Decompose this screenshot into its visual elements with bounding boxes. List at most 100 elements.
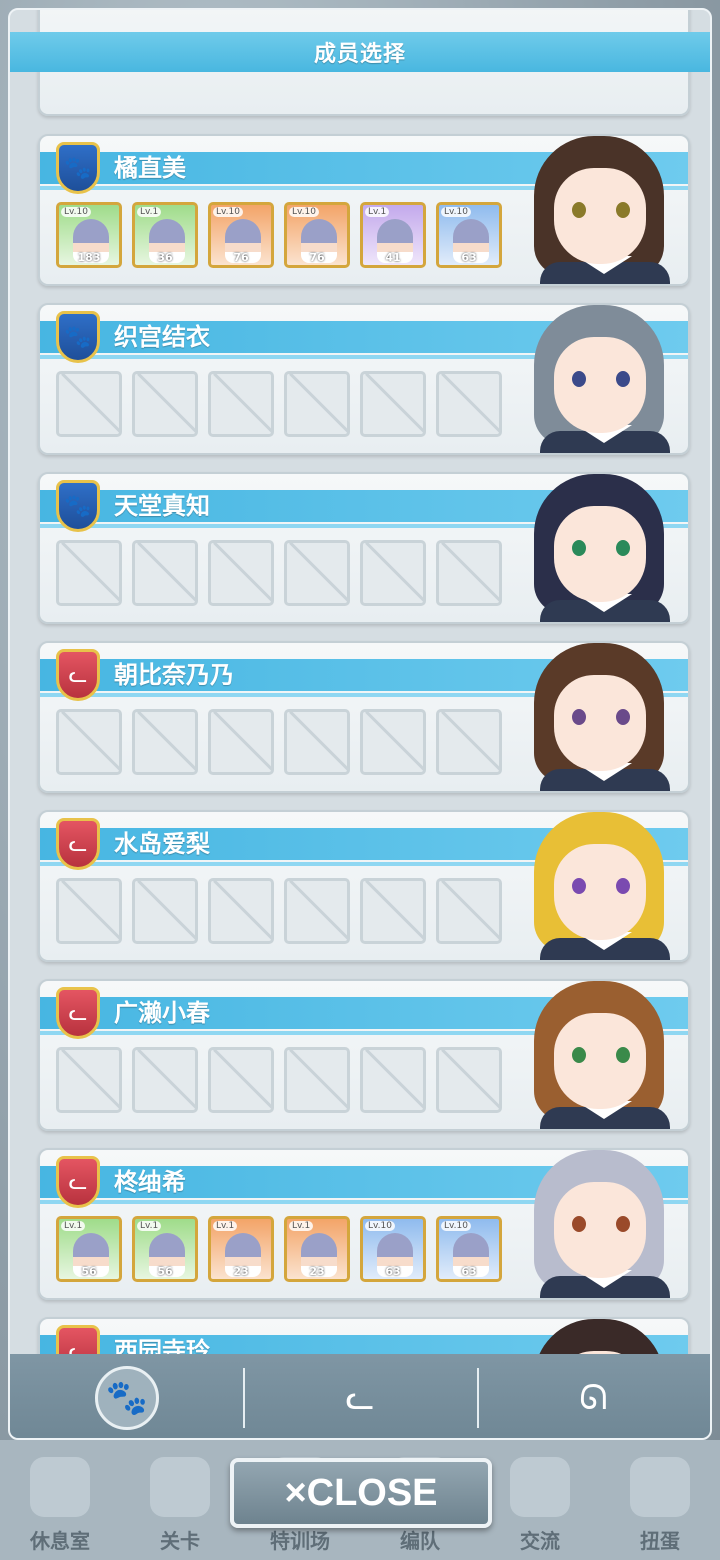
card-slot-empty[interactable] [284,1047,350,1113]
card-slot-empty[interactable] [208,878,274,944]
card-slot-empty[interactable] [208,540,274,606]
nav-item-gacha[interactable]: 扭蛋 [610,1457,710,1554]
card-slot-empty[interactable] [284,709,350,775]
member-name: 朝比奈乃乃 [114,661,234,689]
card-level: Lv.10 [213,207,243,217]
card-slot-filled[interactable]: Lv.10 76 [208,202,274,268]
cat-badge-icon: ᓚ [56,649,100,701]
card-slot-empty[interactable] [360,709,426,775]
card-level: Lv.1 [365,207,390,217]
card-slot-empty[interactable] [360,878,426,944]
member-card[interactable]: 🐾 橘直美 Lv.10 183 Lv.1 36 Lv.10 76 Lv.10 76 Lv.1 41 Lv… [38,134,690,286]
filter-tab-rabbit[interactable]: ᘏ [476,1354,710,1438]
card-slots: Lv.10 183 Lv.1 36 Lv.10 76 Lv.10 76 Lv.1 41 Lv.10 6… [56,202,502,268]
card-slot-empty[interactable] [132,371,198,437]
card-slot-empty[interactable] [56,371,122,437]
card-slot-empty[interactable] [56,1047,122,1113]
card-slot-filled[interactable]: Lv.10 63 [360,1216,426,1282]
card-slots [56,371,502,437]
member-card[interactable]: ᓚ 柊䌷希 Lv.1 56 Lv.1 56 Lv.1 23 Lv.1 23 Lv.10 63 Lv.10… [38,1148,690,1300]
card-slot-empty[interactable] [132,878,198,944]
filter-tab-paw[interactable]: 🐾 [10,1354,243,1438]
card-slot-filled[interactable]: Lv.1 23 [284,1216,350,1282]
nav-label: 扭蛋 [640,1529,680,1553]
card-slot-empty[interactable] [56,878,122,944]
member-portrait [512,1150,682,1298]
card-slot-empty[interactable] [208,371,274,437]
rabbit-icon: ᘏ [579,1378,608,1418]
card-slot-empty[interactable] [56,709,122,775]
paw-icon: 🐾 [94,1366,159,1430]
nav-item-stage[interactable]: 关卡 [130,1457,230,1554]
card-slot-filled[interactable]: Lv.1 41 [360,202,426,268]
nav-label: 编队 [400,1529,440,1553]
card-slots [56,709,502,775]
card-slots [56,540,502,606]
member-card[interactable]: 🐾 织宫结衣 [38,303,690,455]
member-name: 水岛爱梨 [114,830,210,858]
card-slot-empty[interactable] [56,540,122,606]
gacha-icon [630,1457,690,1517]
nav-item-social[interactable]: 交流 [490,1457,590,1554]
card-level: Lv.10 [61,207,91,217]
cat-badge-icon: ᓚ [56,818,100,870]
paw-badge-icon: 🐾 [56,142,100,194]
member-portrait [512,812,682,960]
card-slots: Lv.1 56 Lv.1 56 Lv.1 23 Lv.1 23 Lv.10 63 Lv.10 63 [56,1216,502,1282]
nav-label: 休息室 [30,1529,90,1553]
card-slot-empty[interactable] [436,540,502,606]
card-level: Lv.1 [61,1221,86,1231]
card-slot-empty[interactable] [132,540,198,606]
card-slot-filled[interactable]: Lv.10 63 [436,1216,502,1282]
member-name: 橘直美 [114,154,186,182]
member-card[interactable]: ᓚ 朝比奈乃乃 [38,641,690,793]
stage-icon [150,1457,210,1517]
nav-label: 关卡 [160,1529,200,1553]
card-slot-filled[interactable]: Lv.10 63 [436,202,502,268]
card-slot-filled[interactable]: Lv.1 56 [56,1216,122,1282]
card-slot-empty[interactable] [436,709,502,775]
card-slot-empty[interactable] [132,1047,198,1113]
card-slot-filled[interactable]: Lv.1 36 [132,202,198,268]
card-level: Lv.1 [137,1221,162,1231]
card-slot-empty[interactable] [284,540,350,606]
card-slot-empty[interactable] [360,540,426,606]
card-slot-empty[interactable] [208,709,274,775]
member-list[interactable]: 🐾 橘直美 Lv.10 183 Lv.1 36 Lv.10 76 Lv.10 76 Lv.1 41 Lv… [10,10,710,1354]
card-slots [56,878,502,944]
card-slot-filled[interactable]: Lv.1 56 [132,1216,198,1282]
member-name: 织宫结衣 [114,323,210,351]
card-level: Lv.1 [213,1221,238,1231]
card-slot-filled[interactable]: Lv.10 183 [56,202,122,268]
card-value: 76 [233,251,249,264]
card-value: 63 [385,1265,401,1278]
member-select-modal: 🐾 橘直美 Lv.10 183 Lv.1 36 Lv.10 76 Lv.10 76 Lv.1 41 Lv… [8,8,712,1440]
card-slot-empty[interactable] [436,878,502,944]
member-card[interactable]: ᓚ 广濑小春 [38,979,690,1131]
close-button[interactable]: ×CLOSE [230,1458,492,1528]
member-card[interactable]: 🐾 天堂真知 [38,472,690,624]
card-slot-empty[interactable] [360,1047,426,1113]
card-slot-empty[interactable] [208,1047,274,1113]
card-value: 23 [309,1265,325,1278]
nav-label: 特训场 [270,1529,330,1553]
member-name: 广濑小春 [114,999,210,1027]
card-slot-filled[interactable]: Lv.1 23 [208,1216,274,1282]
member-card[interactable]: ᓚ 西园寺玲 [38,1317,690,1354]
card-level: Lv.1 [289,1221,314,1231]
card-slot-filled[interactable]: Lv.10 76 [284,202,350,268]
card-slot-empty[interactable] [436,1047,502,1113]
card-value: 36 [157,251,173,264]
card-level: Lv.10 [441,207,471,217]
card-slot-empty[interactable] [284,878,350,944]
member-card[interactable]: ᓚ 水岛爱梨 [38,810,690,962]
card-value: 63 [461,1265,477,1278]
member-portrait [512,1319,682,1354]
filter-tab-cat[interactable]: ᓚ [243,1354,476,1438]
card-slot-empty[interactable] [132,709,198,775]
card-slot-empty[interactable] [436,371,502,437]
card-slot-empty[interactable] [360,371,426,437]
card-slot-empty[interactable] [284,371,350,437]
cat-icon: ᓚ [345,1378,375,1418]
nav-item-lounge[interactable]: 休息室 [10,1457,110,1554]
